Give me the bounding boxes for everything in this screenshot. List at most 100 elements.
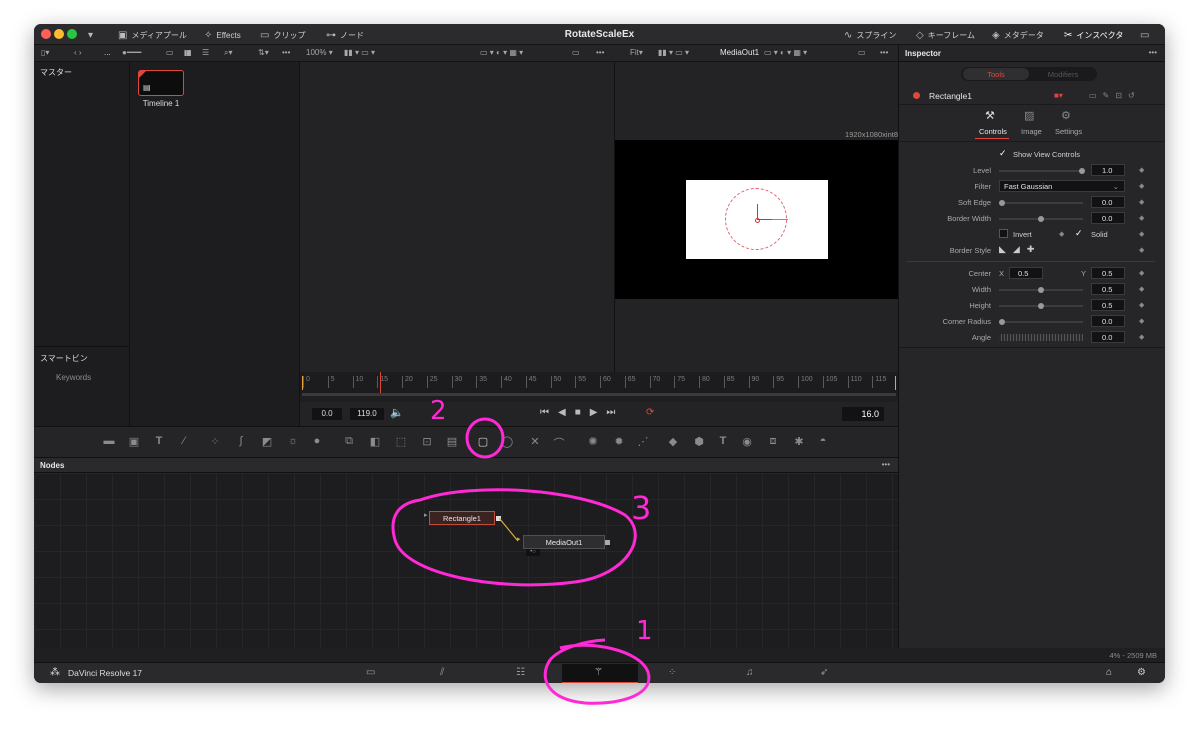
- border-style-buttons[interactable]: ◣◢✚: [999, 244, 1041, 255]
- corner-radius-value[interactable]: 0.0: [1091, 315, 1125, 327]
- image-tab-icon[interactable]: ▨: [1024, 109, 1034, 122]
- nav-back-icon[interactable]: ‹ ›: [74, 48, 82, 57]
- nodes-options-icon[interactable]: •••: [882, 460, 890, 469]
- x-axis-handle[interactable]: [757, 219, 773, 220]
- viewer-a-tools-icon[interactable]: ▭ ▾ ◐ ▾ ▦ ▾: [480, 48, 523, 57]
- keyframe-icon[interactable]: ◆: [1139, 198, 1144, 206]
- keyframe-icon[interactable]: ◆: [1139, 285, 1144, 293]
- shape3d-tool-icon[interactable]: ◆: [666, 435, 680, 449]
- height-value[interactable]: 0.5: [1091, 299, 1125, 311]
- viewer-a-options-icon[interactable]: ▮▮ ▾ ▭ ▾: [344, 48, 375, 57]
- y-axis-handle[interactable]: [757, 204, 758, 219]
- media-page-icon[interactable]: ▭: [366, 667, 375, 678]
- corner-radius-slider[interactable]: [999, 319, 1083, 325]
- keyframe-icon[interactable]: ◆: [1139, 317, 1144, 325]
- panel-layout-icon[interactable]: ▯▾: [41, 48, 49, 57]
- particle-emitter-icon[interactable]: ✺: [586, 435, 600, 449]
- background-tool-icon[interactable]: ▬: [102, 435, 116, 449]
- level-value[interactable]: 1.0: [1091, 164, 1125, 176]
- keyframe-icon[interactable]: ◆: [1059, 230, 1064, 238]
- viewer-b-tools-icon[interactable]: ▭ ▾ ◐ ▾ ▦ ▾: [764, 48, 807, 57]
- transform-tool-icon[interactable]: ⬚: [394, 435, 408, 449]
- more-options-icon[interactable]: •••: [880, 48, 888, 57]
- invert-checkbox[interactable]: [999, 229, 1008, 238]
- tab-modifiers[interactable]: Modifiers: [1031, 68, 1095, 80]
- spline-button[interactable]: ∿ スプライン: [844, 28, 896, 42]
- merge3d-tool-icon[interactable]: ⬢: [692, 435, 706, 449]
- roi-icon[interactable]: ▭: [858, 48, 866, 57]
- list-view-icon[interactable]: ☰: [202, 48, 209, 57]
- rectangle-shape[interactable]: [686, 180, 828, 259]
- current-frame-field[interactable]: 16.0: [842, 407, 884, 421]
- color-corrector-icon[interactable]: ◩: [260, 435, 274, 449]
- level-slider[interactable]: [999, 168, 1085, 174]
- fit-dropdown[interactable]: Fit▾: [630, 48, 643, 57]
- border-width-slider[interactable]: [999, 216, 1083, 222]
- cut-page-icon[interactable]: ⫽: [440, 667, 444, 678]
- keyframe-icon[interactable]: ◆: [1139, 246, 1144, 254]
- particle-render-icon[interactable]: ✹: [612, 435, 626, 449]
- show-view-controls-checkbox[interactable]: ✓: [999, 149, 1008, 158]
- inspector-options-icon[interactable]: •••: [1149, 48, 1157, 57]
- viewer-canvas[interactable]: [615, 140, 898, 299]
- solid-checkbox[interactable]: ✓: [1075, 228, 1083, 239]
- particle-tool-icon[interactable]: ⁘: [208, 435, 222, 449]
- soft-edge-slider[interactable]: [999, 200, 1083, 206]
- keyframe-icon[interactable]: ◆: [1139, 301, 1144, 309]
- playback-buttons[interactable]: ⏮◀■▶⏭: [540, 407, 624, 418]
- imageplane3d-icon[interactable]: ⧈: [766, 435, 780, 449]
- timeline-thumbnail[interactable]: ▤: [138, 70, 184, 96]
- paint-tool-icon[interactable]: ⁄: [177, 435, 191, 449]
- merge-tool-icon[interactable]: ⧉: [342, 435, 356, 449]
- fairlight-page-icon[interactable]: ♫: [746, 667, 754, 678]
- node-mediaout1[interactable]: MediaOut1: [523, 535, 605, 549]
- more-options-icon[interactable]: •••: [596, 48, 604, 57]
- tool-header-icons[interactable]: ▭✎⊡↺: [1089, 91, 1141, 100]
- particle-style-icon[interactable]: ⋰: [636, 435, 650, 449]
- node-output-port[interactable]: [605, 540, 610, 545]
- home-icon[interactable]: ⌂: [1106, 667, 1112, 678]
- metadata-button[interactable]: ◈ メタデータ: [992, 28, 1044, 42]
- angle-thumbwheel[interactable]: [999, 334, 1083, 341]
- light3d-tool-icon[interactable]: ✱: [792, 435, 806, 449]
- camera3d-tool-icon[interactable]: ◉: [740, 435, 754, 449]
- thumbnail-size-slider[interactable]: ●━━━: [122, 48, 141, 57]
- curves-tool-icon[interactable]: ∫: [234, 435, 248, 449]
- fusion-page-tab[interactable]: ⚚: [562, 664, 638, 683]
- fullscreen-icon[interactable]: ▭: [1140, 28, 1149, 42]
- image-tool-icon[interactable]: ▣: [127, 435, 141, 449]
- settings-tab-icon[interactable]: ⚙: [1061, 109, 1071, 122]
- center-y-value[interactable]: 0.5: [1091, 267, 1125, 279]
- color-page-icon[interactable]: ⁘: [668, 667, 676, 678]
- viewer-b-options-icon[interactable]: ▮▮ ▾ ▭ ▾: [658, 48, 689, 57]
- node-editor[interactable]: ▸ Rectangle1 ▸ MediaOut1 •○: [34, 473, 898, 648]
- keyframe-icon[interactable]: ◆: [1139, 333, 1144, 341]
- polygon-mask-icon[interactable]: ▤: [445, 435, 459, 449]
- keyframe-icon[interactable]: ◆: [1139, 166, 1144, 174]
- metadata-view-icon[interactable]: ▭: [166, 48, 174, 57]
- soft-edge-value[interactable]: 0.0: [1091, 196, 1125, 208]
- filter-dropdown[interactable]: Fast Gaussian ⌄: [999, 180, 1125, 192]
- height-slider[interactable]: [999, 303, 1083, 309]
- blur-tool-icon[interactable]: ●: [310, 435, 324, 449]
- search-icon[interactable]: ⌕▾: [224, 48, 233, 58]
- render-end-field[interactable]: 119.0: [350, 408, 384, 420]
- bezier-mask-icon[interactable]: ⌒: [552, 435, 566, 450]
- keyframes-button[interactable]: ◇ キーフレーム: [916, 28, 975, 42]
- edit-page-icon[interactable]: ☷: [516, 667, 525, 678]
- ellipse-mask-icon[interactable]: ◯: [500, 435, 514, 449]
- subtab-controls[interactable]: Controls: [979, 127, 1007, 136]
- subtab-image[interactable]: Image: [1021, 127, 1042, 136]
- settings-gear-icon[interactable]: ⚙: [1137, 667, 1146, 678]
- roi-icon[interactable]: ▭: [572, 48, 580, 57]
- angle-handle[interactable]: [772, 219, 788, 220]
- node-rectangle1[interactable]: Rectangle1: [429, 511, 495, 525]
- tool-enable-toggle[interactable]: [913, 92, 920, 99]
- crop-tool-icon[interactable]: ⊡: [420, 435, 434, 449]
- keywords-bin[interactable]: Keywords: [56, 373, 91, 382]
- tool-color-icon[interactable]: ■▾: [1054, 91, 1063, 100]
- viewer-a[interactable]: [300, 62, 615, 372]
- viewer-b[interactable]: 1920x1080xint8: [615, 62, 898, 372]
- center-x-value[interactable]: 0.5: [1009, 267, 1043, 279]
- border-width-value[interactable]: 0.0: [1091, 212, 1125, 224]
